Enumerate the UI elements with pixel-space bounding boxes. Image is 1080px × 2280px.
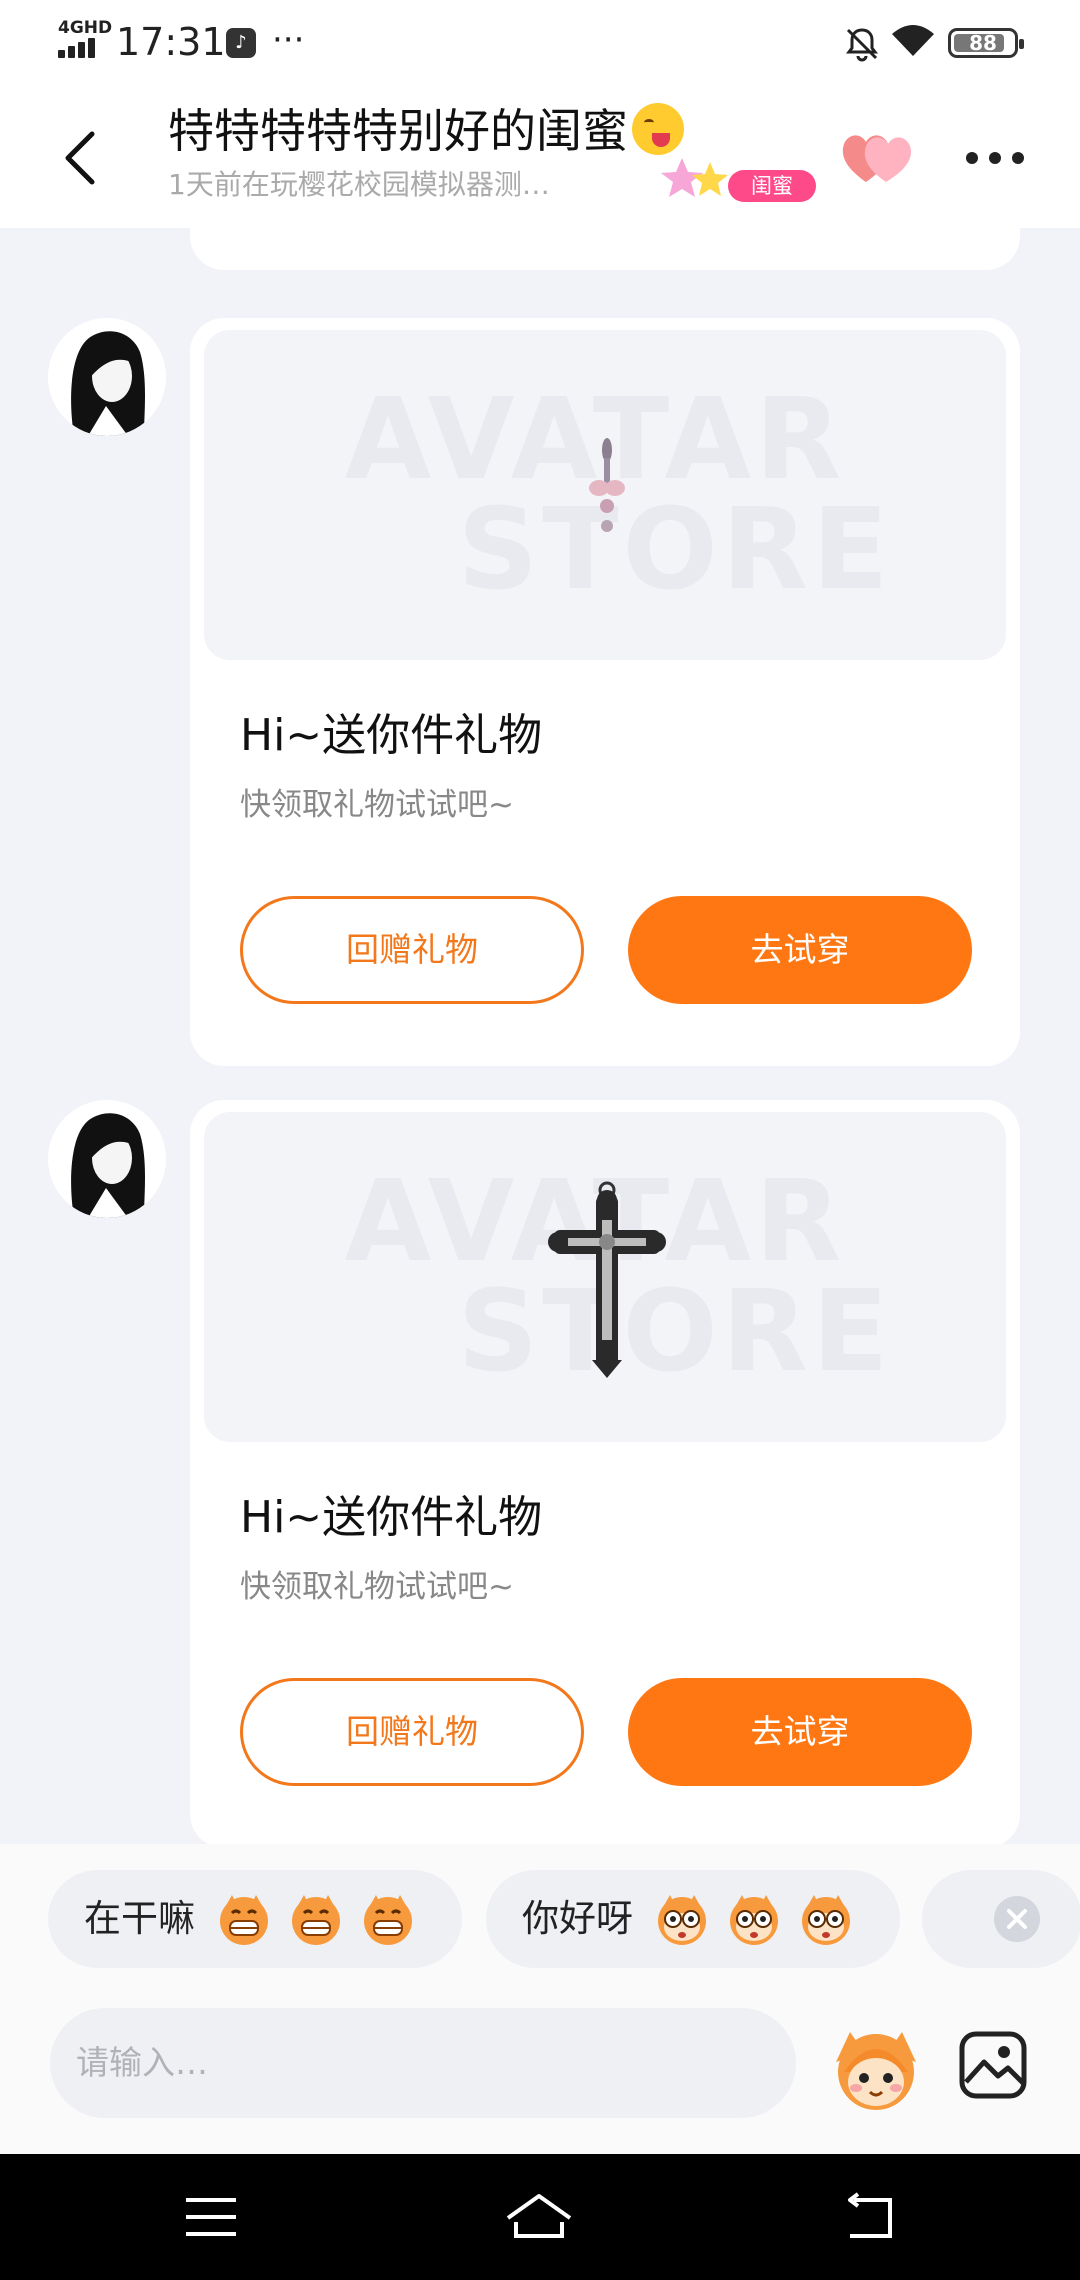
gift-preview-image[interactable]: AVATAR STORE xyxy=(204,1112,1006,1442)
gift-message-card: AVATAR STORE Hi~送你件礼物 快领取礼物试试吧~ 回赠礼物 去试穿 xyxy=(190,318,1020,1066)
chat-header: 特特特特特别好的闺蜜 1天前在玩樱花校园模拟器测… 闺蜜 xyxy=(0,82,1080,228)
close-icon[interactable] xyxy=(994,1896,1040,1942)
quick-reply-text: 在干嘛 xyxy=(84,1897,195,1940)
quick-reply-chip[interactable]: 你好呀 xyxy=(486,1870,900,1968)
chat-title-text: 特特特特特别好的闺蜜 xyxy=(168,104,628,158)
bestie-badge: 闺蜜 xyxy=(728,170,816,202)
network-type: 4GHD xyxy=(58,18,113,38)
avatar[interactable] xyxy=(48,1100,166,1218)
grin-emoji-icon xyxy=(364,1895,413,1945)
signal-icon xyxy=(58,36,104,58)
wide-eyes-emoji-icon xyxy=(802,1895,851,1945)
battery-level: 88 xyxy=(969,31,997,55)
quick-reply-bar: 在干嘛 你好呀 xyxy=(0,1844,1080,1976)
gift-subtitle: 快领取礼物试试吧~ xyxy=(240,787,514,823)
watermark-text: STORE xyxy=(457,485,893,615)
mascot-emoji-icon[interactable] xyxy=(830,2022,922,2114)
chat-subtitle: 1天前在玩樱花校园模拟器测… xyxy=(168,168,550,201)
hair-ornament-icon xyxy=(589,438,625,532)
battery-icon: 88 xyxy=(948,28,1024,58)
back-arrow-icon[interactable] xyxy=(50,122,114,192)
cross-pendant-icon xyxy=(548,1181,666,1378)
watermark-text: STORE xyxy=(457,1267,893,1397)
more-icon[interactable] xyxy=(966,146,1024,170)
avatar[interactable] xyxy=(48,318,166,436)
heart-icon[interactable] xyxy=(840,128,914,188)
message-list[interactable]: AVATAR STORE Hi~送你件礼物 快领取礼物试试吧~ 回赠礼物 去试穿… xyxy=(0,228,1080,1844)
message-input[interactable]: 请输入… xyxy=(50,2008,796,2118)
gift-preview-image[interactable]: AVATAR STORE xyxy=(204,330,1006,660)
quick-reply-chip[interactable]: 在干嘛 xyxy=(48,1870,462,1968)
wifi-icon xyxy=(892,25,934,56)
quick-reply-text: 你好呀 xyxy=(522,1897,633,1940)
try-on-button[interactable]: 去试穿 xyxy=(628,896,972,1004)
gift-subtitle: 快领取礼物试试吧~ xyxy=(240,1569,514,1605)
star-sticker-icon xyxy=(661,158,728,197)
home-icon[interactable] xyxy=(504,2192,574,2242)
return-gift-button[interactable]: 回赠礼物 xyxy=(240,1678,584,1786)
gift-title: Hi~送你件礼物 xyxy=(240,1492,543,1543)
grin-emoji-icon xyxy=(292,1895,341,1945)
notification-overflow: ··· xyxy=(272,20,305,60)
menu-icon[interactable] xyxy=(176,2192,246,2242)
back-nav-icon[interactable] xyxy=(834,2192,904,2242)
gift-message-card: AVATAR STORE Hi~送你件礼物 快领取礼物试试吧~ 回赠礼物 去试穿 xyxy=(190,1100,1020,1844)
system-nav-bar xyxy=(0,2154,1080,2280)
try-on-button[interactable]: 去试穿 xyxy=(628,1678,972,1786)
input-bar: 请输入… xyxy=(0,1976,1080,2154)
status-bar: 4GHD 17:31 ♪ ··· 88 xyxy=(0,0,1080,82)
previous-message-card xyxy=(190,228,1020,270)
mute-bell-icon xyxy=(846,28,878,62)
return-gift-button[interactable]: 回赠礼物 xyxy=(240,896,584,1004)
grin-emoji-icon xyxy=(220,1895,269,1945)
image-icon[interactable] xyxy=(958,2030,1028,2100)
chat-title: 特特特特特别好的闺蜜 xyxy=(168,102,684,160)
tiktok-icon: ♪ xyxy=(226,28,256,58)
gift-title: Hi~送你件礼物 xyxy=(240,710,543,761)
clock: 17:31 xyxy=(116,20,226,64)
wide-eyes-emoji-icon xyxy=(658,1895,707,1945)
wide-eyes-emoji-icon xyxy=(730,1895,779,1945)
yum-emoji-icon xyxy=(632,103,684,155)
